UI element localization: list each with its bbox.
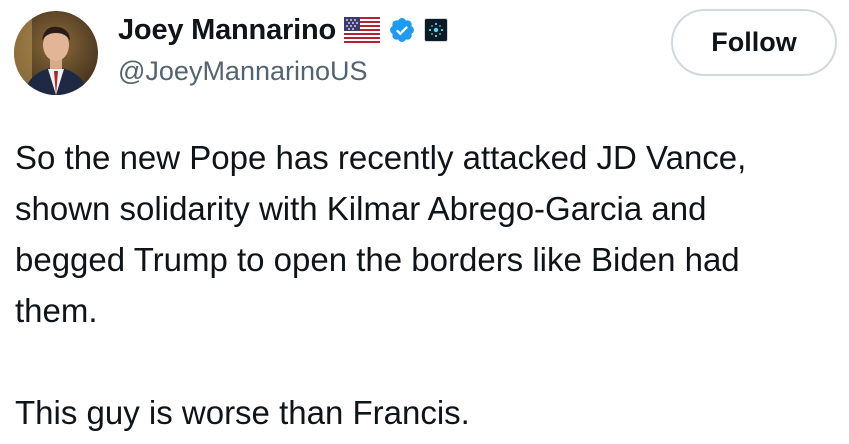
tweet-line: So the new Pope has recently attacked JD… [15,139,747,176]
tweet-text: So the new Pope has recently attacked JD… [15,132,840,438]
author-name-row: Joey Mannarino [118,10,448,50]
user-handle[interactable]: @JoeyMannarinoUS [118,56,368,87]
tweet-line: shown solidarity with Kilmar Abrego-Garc… [15,190,707,227]
tweet-line: This guy is worse than Francis. [15,394,470,431]
tweet-card: Joey Mannarino @JoeyMannarinoUS Follow S… [0,0,849,444]
avatar[interactable] [14,11,98,95]
affiliate-badge-icon[interactable] [423,18,448,42]
verified-check-icon[interactable] [388,16,416,44]
avatar-photo [14,11,98,95]
follow-button[interactable]: Follow [671,9,837,76]
us-flag-icon [343,17,380,43]
tweet-line: begged Trump to open the borders like Bi… [15,241,740,278]
tweet-line: them. [15,292,98,329]
display-name[interactable]: Joey Mannarino [118,14,336,47]
